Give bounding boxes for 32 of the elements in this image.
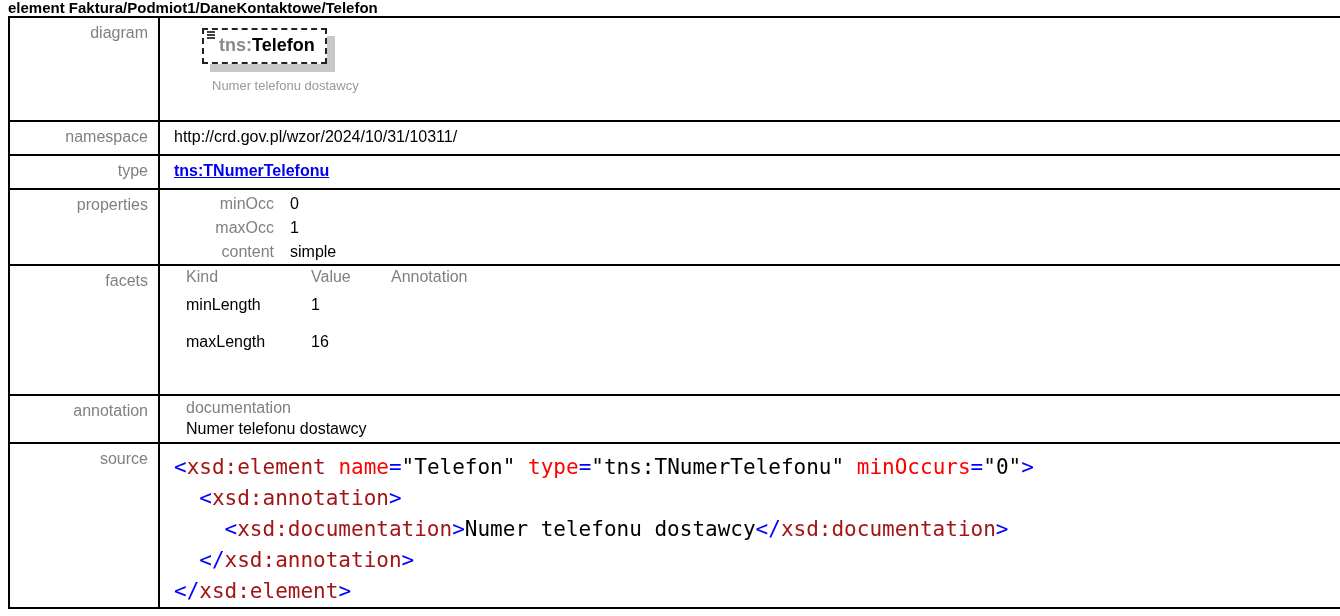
- documentation-label: documentation: [185, 398, 292, 418]
- property-value: 0: [290, 194, 300, 214]
- property-key: content: [184, 240, 274, 264]
- row-label: annotation: [73, 402, 148, 419]
- property-value: 1: [290, 218, 300, 238]
- namespace-value: http://crd.gov.pl/wzor/2024/10/31/10311/: [174, 128, 458, 145]
- facet-value: 1: [311, 295, 321, 315]
- code-line: </xsd:annotation>: [199, 547, 415, 574]
- list-icon: [206, 31, 216, 40]
- property-key: maxOcc: [184, 216, 274, 240]
- facet-column-header: Kind: [186, 268, 220, 286]
- node-caption: Numer telefonu dostawcy: [211, 78, 359, 93]
- row-label: properties: [76, 196, 148, 213]
- code-line: <xsd:element name="Telefon" type="tns:TNumerTelefonu" minOccurs="0">: [174, 454, 1034, 481]
- property-value: simple: [290, 242, 337, 262]
- documentation-text: Numer telefonu dostawcy: [185, 419, 368, 439]
- page-heading: element Faktura/Podmiot1/DaneKontaktowe/Telefon: [8, 0, 379, 16]
- facet-kind: maxLength: [186, 332, 267, 352]
- code-line: <xsd:annotation>: [199, 485, 402, 512]
- facet-kind: minLength: [186, 295, 262, 315]
- row-label: namespace: [65, 128, 148, 145]
- facet-column-header: Annotation: [391, 268, 468, 286]
- property-key: minOcc: [184, 192, 274, 216]
- type-link[interactable]: tns:TNumerTelefonu: [174, 162, 330, 179]
- facet-column-header: Value: [311, 268, 352, 286]
- code-line: <xsd:documentation>Numer telefonu dostawcy</xsd:documentation>: [224, 516, 1009, 543]
- code-line: </xsd:element>: [174, 578, 352, 605]
- facet-value: 16: [311, 332, 330, 352]
- row-label: source: [99, 450, 148, 467]
- row-label: type: [117, 162, 148, 179]
- row-label: diagram: [90, 24, 148, 41]
- row-label: facets: [105, 272, 148, 289]
